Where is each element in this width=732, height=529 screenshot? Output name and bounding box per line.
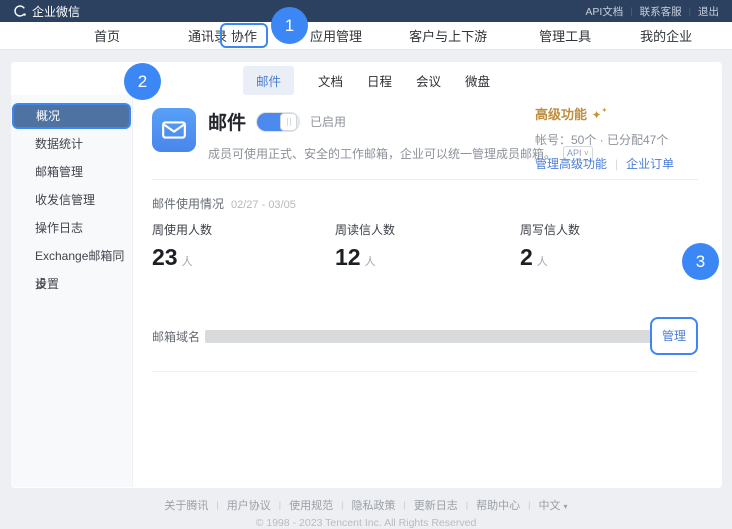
main-nav: 首页 通讯录 协作 应用管理 客户与上下游 管理工具 我的企业 [0,22,732,50]
redacted-domain-value [205,330,670,343]
nav-item-apps[interactable]: 应用管理 [310,26,362,45]
divider: | [615,157,618,171]
mail-app-header: 邮件 已启用 成员可使用正式、安全的工作邮箱，企业可以统一管理成员邮箱。 API… [152,95,698,180]
nav-item-home[interactable]: 首页 [94,26,120,45]
annotation-badge-3: 3 [682,243,719,280]
stat-weekly-users: 周使用人数 23 人 [152,221,212,271]
main-content: 邮件 已启用 成员可使用正式、安全的工作邮箱，企业可以统一管理成员邮箱。 API… [133,95,722,487]
premium-accounts-line: 帐号：50个 · 已分配47个 [535,131,674,148]
caret-down-icon: ▾ [564,502,568,511]
mail-enable-toggle[interactable] [256,112,300,132]
divider: | [466,500,468,510]
brand-name: 企业微信 [32,3,80,20]
nav-item-collaboration-annotated[interactable]: 协作 [220,23,268,48]
annotation-badge-2: 2 [124,63,161,100]
domain-label: 邮箱域名 [152,328,205,345]
divider: | [689,6,691,16]
help-center-link[interactable]: 帮助中心 [476,497,520,513]
changelog-link[interactable]: 更新日志 [414,497,458,513]
sidebar-item-statistics[interactable]: 数据统计 [11,130,132,158]
page-background: 邮件 文档 日程 会议 微盘 概况 数据统计 邮箱管理 收发信管理 操作日志 E… [0,50,732,527]
page-footer: 关于腾讯 | 用户协议 | 使用规范 | 隐私政策 | 更新日志 | 帮助中心 … [0,497,732,529]
divider: | [216,500,218,510]
stat-unit: 人 [182,253,193,269]
divider: | [341,500,343,510]
top-app-bar: 企业微信 API文档 | 联系客服 | 退出 [0,0,732,22]
manage-button-annotated[interactable]: 管理 [650,317,698,355]
footer-links: 关于腾讯 | 用户协议 | 使用规范 | 隐私政策 | 更新日志 | 帮助中心 … [0,497,732,513]
mail-envelope-icon [152,108,196,152]
stat-label: 周使用人数 [152,221,212,238]
premium-links: 管理高级功能 | 企业订单 [535,155,674,172]
tab-mail[interactable]: 邮件 [243,66,294,95]
sidebar-item-send-receive[interactable]: 收发信管理 [11,186,132,214]
sidebar-item-mailbox-management[interactable]: 邮箱管理 [11,158,132,186]
brand: 企业微信 [13,3,80,20]
stat-value: 2 [520,244,533,271]
topbar-links: API文档 | 联系客服 | 退出 [585,4,719,19]
mail-domain-row: 邮箱域名 管理 [152,317,698,355]
tab-calendar[interactable]: 日程 [367,66,392,95]
language-selector[interactable]: 中文 ▾ [538,497,567,513]
usage-stats: 周使用人数 23 人 周读信人数 12 人 [152,221,698,277]
nav-item-customers[interactable]: 客户与上下游 [409,26,487,45]
annotation-badge-1: 1 [271,7,308,44]
page-title: 邮件 [208,108,246,135]
app-description: 成员可使用正式、安全的工作邮箱，企业可以统一管理成员邮箱。 [208,145,556,162]
sparkle-icon: ✦ [591,108,601,122]
sidebar-item-exchange-sync[interactable]: Exchange邮箱同步 [11,242,132,270]
wechat-work-logo-icon [13,4,27,18]
content-panel: 邮件 文档 日程 会议 微盘 概况 数据统计 邮箱管理 收发信管理 操作日志 E… [11,62,722,488]
divider: | [279,500,281,510]
tab-meeting[interactable]: 会议 [416,66,441,95]
enterprise-orders-link[interactable]: 企业订单 [626,155,674,172]
divider: | [528,500,530,510]
sidebar-item-settings[interactable]: 设置 [11,270,132,298]
mail-sidebar: 概况 数据统计 邮箱管理 收发信管理 操作日志 Exchange邮箱同步 设置 [11,95,133,487]
stat-unit: 人 [365,253,376,269]
collaboration-tabbar: 邮件 文档 日程 会议 微盘 [11,62,722,95]
usage-title: 邮件使用情况 [152,195,224,212]
api-docs-link[interactable]: API文档 [585,4,623,19]
sidebar-item-operation-log[interactable]: 操作日志 [11,214,132,242]
user-agreement-link[interactable]: 用户协议 [227,497,271,513]
stat-label: 周写信人数 [520,221,580,238]
privacy-policy-link[interactable]: 隐私政策 [351,497,395,513]
sparkle-small-icon: ✦ [602,108,608,115]
nav-item-my-company[interactable]: 我的企业 [640,26,692,45]
contact-support-link[interactable]: 联系客服 [640,4,682,19]
enable-status-label: 已启用 [310,113,346,130]
manage-domain-link[interactable]: 管理 [662,329,686,343]
tab-drive[interactable]: 微盘 [465,66,490,95]
stat-unit: 人 [537,253,548,269]
mail-usage-section: 邮件使用情况 02/27 - 03/05 周使用人数 23 人 周读信人数 [152,180,698,277]
copyright-text: © 1998 - 2023 Tencent Inc. All Rights Re… [0,517,732,529]
manage-premium-link[interactable]: 管理高级功能 [535,155,607,172]
stat-weekly-writers: 周写信人数 2 人 [520,221,580,271]
divider [152,371,698,372]
usage-date-range: 02/27 - 03/05 [231,199,296,211]
tab-docs[interactable]: 文档 [318,66,343,95]
stat-value: 23 [152,244,178,271]
divider: | [630,6,632,16]
stat-value: 12 [335,244,361,271]
premium-features-block: 高级功能 ✦✦ 帐号：50个 · 已分配47个 管理高级功能 | 企业订单 [535,104,674,172]
usage-policy-link[interactable]: 使用规范 [289,497,333,513]
logout-link[interactable]: 退出 [698,4,719,19]
stat-label: 周读信人数 [335,221,395,238]
panel-body: 概况 数据统计 邮箱管理 收发信管理 操作日志 Exchange邮箱同步 设置 [11,95,722,487]
divider: | [403,500,405,510]
nav-item-admin-tools[interactable]: 管理工具 [539,26,591,45]
stat-weekly-readers: 周读信人数 12 人 [335,221,395,271]
sidebar-item-overview-annotated[interactable]: 概况 [12,103,131,129]
premium-title: 高级功能 [535,107,587,122]
about-tencent-link[interactable]: 关于腾讯 [164,497,208,513]
